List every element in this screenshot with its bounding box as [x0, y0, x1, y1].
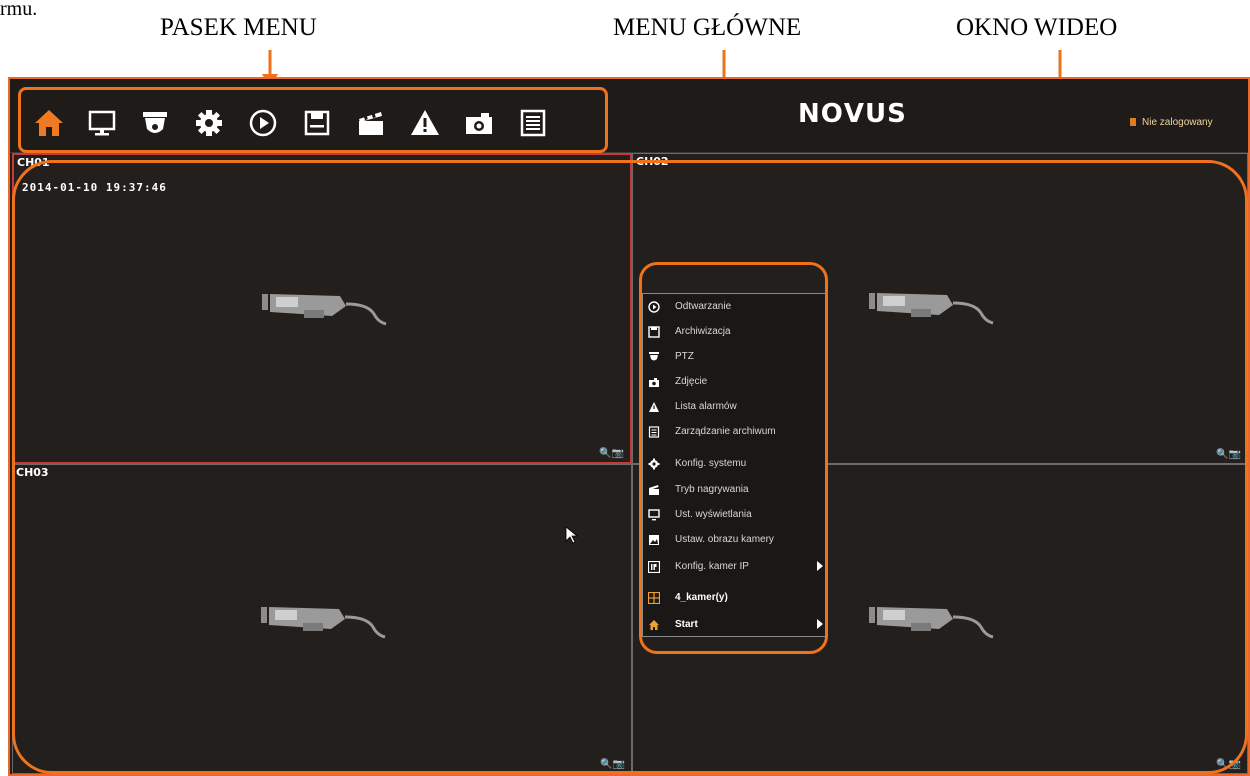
home-icon: [649, 620, 659, 630]
menu-item-ptz[interactable]: PTZ: [643, 346, 827, 370]
tile-tools[interactable]: 🔍📷: [1216, 449, 1241, 460]
logo-v-mark: V: [843, 99, 865, 129]
clapperboard-icon: [649, 485, 659, 495]
camera-icon: [649, 378, 659, 387]
menu-item-label: Zarządzanie archiwum: [675, 426, 776, 437]
menu-item-camera-image-settings[interactable]: Ustaw. obrazu kamery: [643, 529, 827, 553]
login-status[interactable]: Nie zalogowany: [1130, 117, 1213, 128]
play-icon[interactable]: [247, 107, 279, 139]
camera-placeholder-icon: [869, 293, 994, 325]
grid-icon: [648, 592, 660, 604]
list-icon[interactable]: [517, 107, 549, 139]
menu-item-system-config[interactable]: Konfig. systemu: [643, 453, 827, 477]
menu-item-label: PTZ: [675, 351, 694, 362]
menu-item-snapshot[interactable]: Zdjęcie: [643, 371, 827, 395]
menu-item-label: Konfig. systemu: [675, 458, 747, 469]
channel-label: CH02: [636, 155, 669, 168]
ptz-camera-icon: [649, 352, 659, 361]
warning-icon: [649, 402, 659, 412]
tile-tools[interactable]: 🔍📷: [599, 448, 624, 459]
gear-icon: [648, 458, 660, 470]
menu-item-label: Zdjęcie: [675, 376, 708, 387]
channel-label: CH01: [17, 156, 50, 169]
monitor-icon[interactable]: [86, 107, 118, 139]
floppy-disk-icon[interactable]: [301, 107, 333, 139]
monitor-icon: [648, 509, 660, 521]
tile-tools[interactable]: 🔍📷: [1216, 759, 1241, 770]
menu-item-archiving[interactable]: Archiwizacja: [643, 321, 827, 345]
menu-item-label: Tryb nagrywania: [675, 484, 749, 495]
menu-item-label: Ustaw. obrazu kamery: [675, 534, 774, 545]
menu-item-label: Archiwizacja: [675, 326, 731, 337]
submenu-arrow-icon: [817, 619, 823, 629]
channel-label: CH03: [16, 466, 49, 479]
ip-icon: [648, 561, 660, 573]
menu-item-label: Odtwarzanie: [675, 301, 732, 312]
menu-item-label: 4_kamer(y): [675, 592, 728, 603]
menu-item-playback[interactable]: Odtwarzanie: [643, 296, 827, 320]
menu-item-4-camera-layout[interactable]: 4_kamer(y): [643, 587, 827, 611]
camera-placeholder-icon: [261, 607, 386, 639]
menu-item-start[interactable]: Start: [643, 614, 827, 638]
video-tile-ch01[interactable]: CH01 2014-01-10 19:37:46 🔍📷: [12, 153, 632, 464]
menu-item-display-settings[interactable]: Ust. wyświetlania: [643, 504, 827, 528]
warning-icon[interactable]: [409, 107, 441, 139]
top-bar: NOVUS Nie zalogowany: [10, 79, 1248, 153]
mouse-cursor-icon: [565, 526, 579, 544]
menu-item-ip-camera-config[interactable]: Konfig. kamer IP: [643, 556, 827, 580]
gear-icon[interactable]: [193, 107, 225, 139]
user-icon: [1130, 118, 1136, 127]
clapperboard-icon[interactable]: [355, 107, 387, 139]
camera-placeholder-icon: [262, 294, 387, 326]
camera-icon[interactable]: [463, 107, 495, 139]
menu-item-alarm-list[interactable]: Lista alarmów: [643, 396, 827, 420]
menu-item-label: Start: [675, 619, 698, 630]
floppy-disk-icon: [648, 326, 660, 338]
main-context-menu: Odtwarzanie Archiwizacja PTZ Zdjęcie Lis…: [642, 293, 828, 637]
camera-placeholder-icon: [869, 607, 994, 639]
timestamp-overlay: 2014-01-10 19:37:46: [22, 181, 167, 194]
menu-item-label: Konfig. kamer IP: [675, 561, 749, 572]
menu-item-recording-mode[interactable]: Tryb nagrywania: [643, 479, 827, 503]
image-icon: [649, 535, 659, 545]
play-icon: [648, 301, 660, 313]
login-status-label: Nie zalogowany: [1142, 117, 1213, 128]
menu-item-archive-management[interactable]: Zarządzanie archiwum: [643, 421, 827, 445]
ptz-camera-icon[interactable]: [139, 107, 171, 139]
video-tile-ch03[interactable]: CH03 🔍📷: [12, 464, 632, 774]
dvr-screen: NOVUS Nie zalogowany CH01 2014-01-10 19:…: [8, 77, 1250, 776]
list-icon: [648, 426, 660, 438]
tile-tools[interactable]: 🔍📷: [600, 759, 625, 770]
novus-logo: NOVUS: [798, 99, 907, 129]
home-icon[interactable]: [33, 107, 65, 139]
menu-item-label: Lista alarmów: [675, 401, 737, 412]
submenu-arrow-icon: [817, 561, 823, 571]
menu-item-label: Ust. wyświetlania: [675, 509, 752, 520]
menu-bar-toolbar: [18, 87, 608, 153]
